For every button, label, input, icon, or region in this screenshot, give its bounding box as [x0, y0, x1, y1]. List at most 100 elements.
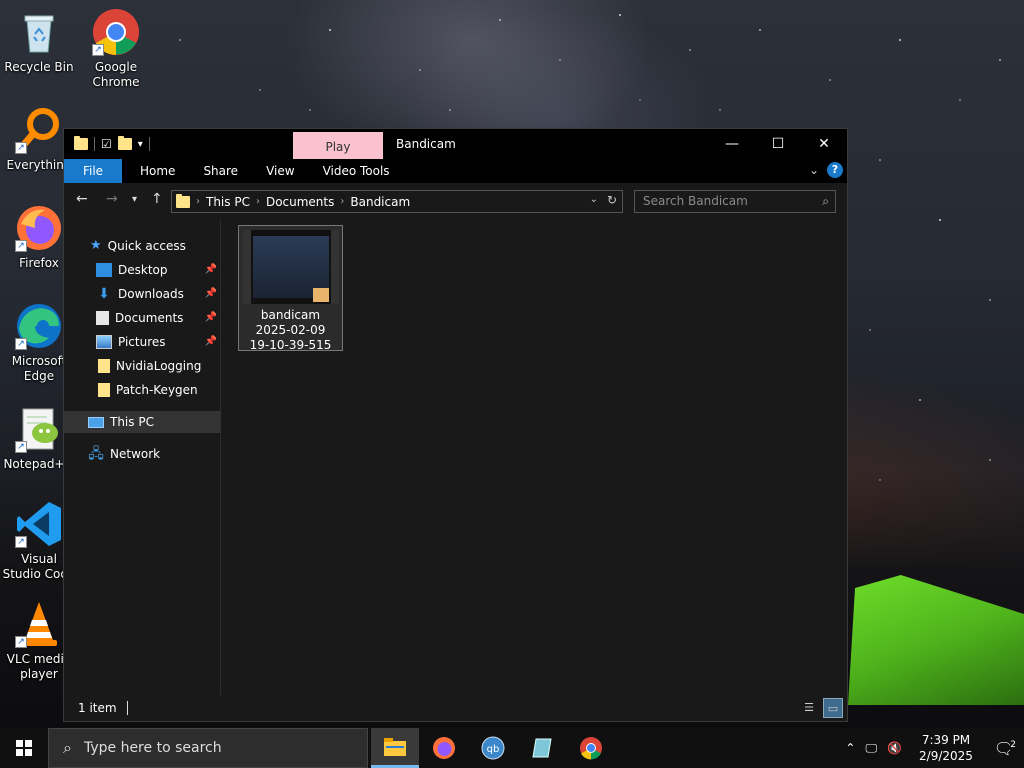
large-icons-view-icon: ▭: [827, 702, 839, 715]
nav-documents[interactable]: Documents 📌: [64, 307, 221, 329]
breadcrumb-documents[interactable]: Documents: [266, 195, 334, 209]
minimize-button[interactable]: —: [709, 129, 755, 159]
forward-button[interactable]: →: [106, 191, 118, 207]
tab-file[interactable]: File: [64, 159, 122, 183]
nav-pictures[interactable]: Pictures 📌: [64, 331, 221, 353]
firefox-icon: [433, 737, 455, 759]
windows-logo-icon: [16, 740, 32, 756]
tab-view[interactable]: View: [252, 159, 308, 183]
clock-date: 2/9/2025: [919, 749, 973, 763]
everything-icon: ↗: [15, 106, 63, 154]
action-center-button[interactable]: 🗨 2: [984, 739, 1024, 758]
maximize-button[interactable]: ☐: [755, 129, 801, 159]
taskbar-qbittorrent[interactable]: qb: [469, 728, 517, 768]
shortcut-arrow-icon: ↗: [15, 536, 27, 548]
expand-ribbon-icon[interactable]: ⌄: [809, 163, 819, 177]
taskbar-search-input[interactable]: Type here to search: [84, 740, 222, 756]
nav-downloads[interactable]: ⬇ Downloads 📌: [64, 283, 221, 305]
vscode-icon: ↗: [15, 500, 63, 548]
up-button[interactable]: ↑: [151, 191, 163, 207]
ribbon-tabs: File Home Share View Video Tools ⌄ ?: [64, 159, 847, 183]
shortcut-arrow-icon: ↗: [15, 240, 27, 252]
address-bar-row: ← → ▾ ↑ › This PC › Documents › Bandicam…: [64, 183, 847, 219]
search-input[interactable]: Search Bandicam: [643, 194, 748, 208]
help-icon[interactable]: ?: [827, 162, 843, 178]
back-button[interactable]: ←: [76, 191, 88, 207]
status-bar: 1 item ☰ ▭: [64, 695, 847, 721]
show-hidden-icons-icon[interactable]: ⌃: [839, 741, 861, 755]
pin-icon: 📌: [204, 264, 217, 275]
shortcut-arrow-icon: ↗: [92, 44, 104, 56]
file-list[interactable]: bandicam 2025-02-09 19-10-39-515: [222, 219, 847, 695]
network-status-icon[interactable]: 🖵: [861, 741, 881, 756]
back-arrow-icon: ←: [76, 191, 88, 207]
customize-toolbar-icon[interactable]: ▾: [138, 139, 143, 150]
large-icons-view-button[interactable]: ▭: [823, 698, 843, 718]
desktop-folder-icon: [96, 263, 112, 277]
nav-desktop[interactable]: Desktop 📌: [64, 259, 221, 281]
taskbar-notepad[interactable]: [518, 728, 566, 768]
close-button[interactable]: ✕: [801, 129, 847, 159]
nav-this-pc[interactable]: This PC: [64, 411, 221, 433]
desktop-icon-recycle-bin[interactable]: Recycle Bin: [1, 8, 77, 75]
file-name-line: 19-10-39-515: [249, 338, 332, 352]
breadcrumb-this-pc[interactable]: This PC: [206, 195, 250, 209]
new-folder-icon[interactable]: [117, 136, 132, 150]
taskbar-file-explorer[interactable]: [371, 728, 419, 768]
address-dropdown-icon[interactable]: ⌄: [590, 194, 598, 205]
system-tray: ⌃ 🖵 🔇 7:39 PM 2/9/2025 🗨 2: [839, 728, 1024, 768]
clock-time: 7:39 PM: [921, 733, 971, 747]
navigation-pane[interactable]: ★ Quick access Desktop 📌 ⬇ Downloads 📌 D…: [64, 219, 221, 695]
window-title: Bandicam: [396, 137, 456, 151]
taskbar-firefox[interactable]: [420, 728, 468, 768]
shortcut-arrow-icon: ↗: [15, 142, 27, 154]
folder-icon: [176, 193, 190, 208]
chevron-right-icon[interactable]: ›: [256, 196, 260, 207]
recycle-bin-icon: [15, 8, 63, 56]
shortcut-arrow-icon: ↗: [15, 441, 27, 453]
taskbar-search-box[interactable]: ⌕ Type here to search: [48, 728, 368, 768]
recent-locations-button[interactable]: ▾: [132, 194, 137, 205]
address-bar[interactable]: › This PC › Documents › Bandicam ⌄ ↻: [171, 190, 623, 213]
start-button[interactable]: [0, 728, 48, 768]
pictures-icon: [96, 335, 112, 349]
tab-video-tools[interactable]: Video Tools: [309, 159, 404, 183]
details-view-icon: ☰: [804, 701, 814, 714]
taskbar-chrome[interactable]: [567, 728, 615, 768]
vlc-icon: ↗: [15, 600, 63, 648]
file-explorer-window[interactable]: ☑ ▾ Play Bandicam — ☐ ✕ File Home Share …: [63, 128, 848, 722]
properties-icon[interactable]: ☑: [101, 137, 112, 151]
folder-icon: [98, 383, 110, 397]
nav-patch-keygen[interactable]: Patch-Keygen: [64, 379, 221, 401]
breadcrumb-bandicam[interactable]: Bandicam: [350, 195, 410, 209]
svg-text:qb: qb: [487, 744, 500, 755]
details-view-button[interactable]: ☰: [799, 698, 819, 718]
computer-icon: [88, 416, 104, 428]
chevron-right-icon[interactable]: ›: [196, 196, 200, 207]
document-icon: [96, 311, 109, 325]
nav-nvidialogging[interactable]: NvidiaLogging: [64, 355, 221, 377]
clock[interactable]: 7:39 PM 2/9/2025: [908, 732, 984, 764]
desktop-icon-label: Recycle Bin: [4, 60, 74, 74]
chevron-right-icon[interactable]: ›: [340, 196, 344, 207]
volume-muted-icon[interactable]: 🔇: [881, 741, 908, 755]
contextual-tab-play[interactable]: Play: [293, 132, 383, 159]
nav-network[interactable]: 🖧 Network: [64, 443, 221, 465]
notepad-icon: [532, 738, 552, 758]
desktop-icon-google-chrome[interactable]: ↗ Google Chrome: [78, 8, 154, 90]
notification-count: 2: [1010, 739, 1016, 750]
file-item-bandicam-video[interactable]: bandicam 2025-02-09 19-10-39-515: [238, 225, 343, 352]
tab-share[interactable]: Share: [189, 159, 252, 183]
shortcut-arrow-icon: ↗: [15, 338, 27, 350]
nav-quick-access[interactable]: ★ Quick access: [64, 235, 221, 257]
star-icon: ★: [90, 238, 102, 253]
maximize-icon: ☐: [771, 136, 785, 152]
folder-icon: [74, 136, 88, 150]
pin-icon: 📌: [204, 288, 217, 299]
search-icon: ⌕: [822, 194, 829, 208]
file-explorer-icon: [384, 737, 406, 756]
tab-home[interactable]: Home: [126, 159, 189, 183]
refresh-icon[interactable]: ↻: [607, 193, 617, 207]
search-box[interactable]: Search Bandicam ⌕: [634, 190, 836, 213]
title-bar[interactable]: ☑ ▾ Play Bandicam — ☐ ✕: [64, 129, 847, 159]
